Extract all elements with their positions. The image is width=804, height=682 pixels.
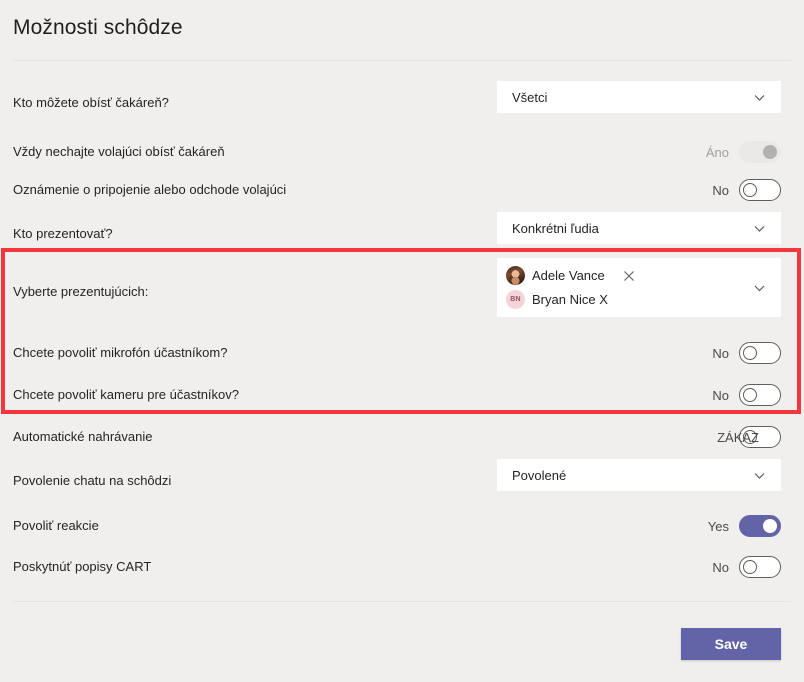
toggle-state-label: ZÁKAZ	[717, 429, 759, 445]
page-title: Možnosti schôdze	[13, 16, 183, 39]
form-row-announce-callers: Oznámenie o pripojenie alebo odchode vol…	[0, 168, 804, 212]
presenter-name: Bryan Nice X	[532, 291, 608, 307]
form-row-who-can-present: Kto prezentovať? Konkrétni ľudia	[0, 212, 804, 256]
form-row-auto-recording: Automatické nahrávanie ZÁKAZ	[0, 415, 804, 459]
row-label: Chcete povoliť kameru pre účastníkov?	[13, 386, 239, 402]
toggle-state-label: Yes	[707, 518, 729, 534]
toggle-knob	[743, 388, 757, 402]
always-let-callers-bypass-toggle	[739, 141, 781, 163]
toggle-state-label: No	[712, 387, 729, 403]
presenter-chip: BN Bryan Nice X	[506, 288, 608, 310]
dropdown-value: Všetci	[512, 89, 548, 105]
save-button[interactable]: Save	[681, 628, 781, 660]
form-row-cart-captions: Poskytnúť popisy CART No	[0, 545, 804, 589]
dropdown-value: Povolené	[512, 467, 567, 483]
toggle-knob	[743, 346, 757, 360]
dropdown-value: Konkrétni ľudia	[512, 220, 599, 236]
toggle-knob	[763, 145, 777, 159]
header-divider	[13, 60, 791, 61]
allow-mic-toggle[interactable]	[739, 342, 781, 364]
who-can-present-dropdown[interactable]: Konkrétni ľudia	[497, 212, 781, 244]
form-row-allow-reactions: Povoliť reakcie Yes	[0, 504, 804, 548]
avatar: BN	[506, 289, 525, 309]
avatar	[506, 265, 525, 285]
meeting-chat-dropdown[interactable]: Povolené	[497, 459, 781, 491]
chevron-down-icon[interactable]	[753, 281, 766, 294]
row-label: Poskytnúť popisy CART	[13, 558, 152, 574]
row-label: Chcete povoliť mikrofón účastníkom?	[13, 344, 228, 360]
row-label: Povolenie chatu na schôdzi	[13, 472, 172, 488]
close-icon[interactable]	[623, 269, 635, 281]
allow-camera-toggle[interactable]	[739, 384, 781, 406]
auto-recording-toggle-group: ZÁKAZ	[717, 421, 781, 453]
toggle-state-label: Áno	[705, 144, 729, 160]
row-label: Povoliť reakcie	[13, 517, 99, 533]
row-label: Vždy nechajte volajúci obísť čakáreň	[13, 143, 225, 159]
toggle-state-label: No	[712, 559, 729, 575]
chevron-down-icon	[753, 222, 766, 235]
toggle-state-label: No	[712, 182, 729, 198]
form-row-meeting-chat: Povolenie chatu na schôdzi Povolené	[0, 459, 804, 503]
announce-callers-toggle-group: No	[712, 174, 781, 206]
row-label: Vyberte prezentujúcich:	[13, 283, 149, 299]
form-row-allow-camera: Chcete povoliť kameru pre účastníkov? No	[0, 373, 804, 417]
form-row-allow-mic: Chcete povoliť mikrofón účastníkom? No	[0, 331, 804, 375]
toggle-state-label: No	[712, 345, 729, 361]
select-presenters-picker[interactable]: Adele Vance BN Bryan Nice X	[497, 258, 781, 317]
row-label: Kto môžete obísť čakáreň?	[13, 94, 169, 110]
announce-callers-toggle[interactable]	[739, 179, 781, 201]
bypass-lobby-dropdown[interactable]: Všetci	[497, 81, 781, 113]
toggle-knob	[743, 183, 757, 197]
presenter-name: Adele Vance	[532, 267, 605, 283]
chevron-down-icon	[753, 469, 766, 482]
row-label: Automatické nahrávanie	[13, 428, 153, 444]
row-label: Kto prezentovať?	[13, 225, 113, 241]
cart-captions-toggle-group: No	[712, 551, 781, 583]
footer-divider	[13, 601, 791, 602]
allow-mic-toggle-group: No	[712, 337, 781, 369]
form-row-bypass-lobby: Kto môžete obísť čakáreň? Všetci	[0, 81, 804, 125]
cart-captions-toggle[interactable]	[739, 556, 781, 578]
always-let-callers-bypass-toggle-group: Áno	[706, 136, 781, 168]
allow-camera-toggle-group: No	[712, 379, 781, 411]
meeting-options-page: Možnosti schôdze Kto môžete obísť čakáre…	[0, 0, 804, 682]
row-label: Oznámenie o pripojenie alebo odchode vol…	[13, 181, 287, 197]
allow-reactions-toggle-group: Yes	[708, 510, 781, 542]
allow-reactions-toggle[interactable]	[739, 515, 781, 537]
toggle-knob	[763, 519, 777, 533]
toggle-knob	[743, 560, 757, 574]
presenter-chip: Adele Vance	[506, 264, 635, 286]
chevron-down-icon	[753, 91, 766, 104]
